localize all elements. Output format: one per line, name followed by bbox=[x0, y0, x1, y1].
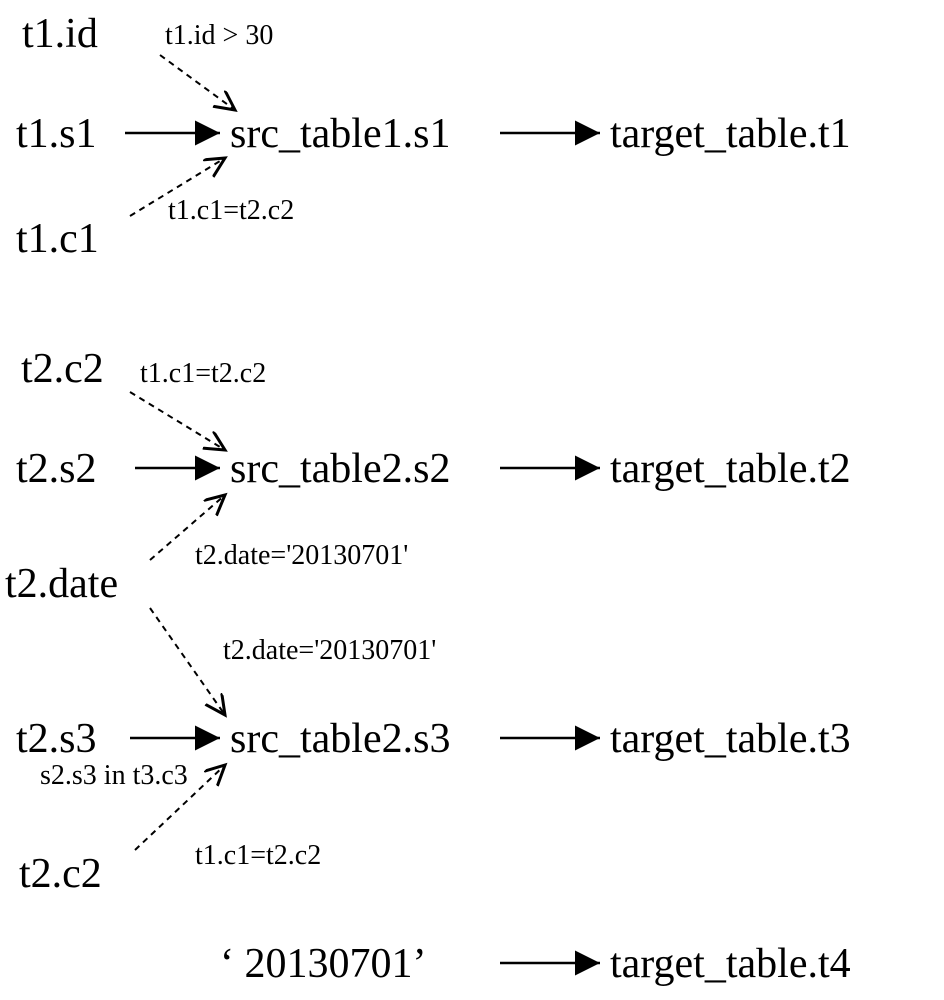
node-src-table2-s2: src_table2.s2 bbox=[230, 445, 450, 493]
node-t2-c2-b: t2.c2 bbox=[19, 850, 102, 898]
node-t2-s3: t2.s3 bbox=[16, 715, 97, 763]
arrow-t2date-to-src2s3 bbox=[150, 608, 225, 715]
annot-t1c1-t2c2-c: t1.c1=t2.c2 bbox=[195, 840, 321, 872]
arrow-t1id-to-src1s1 bbox=[160, 55, 235, 110]
node-src-table2-s3: src_table2.s3 bbox=[230, 715, 450, 763]
node-t2-c2-a: t2.c2 bbox=[21, 345, 104, 393]
arrow-t2c2-to-src2s2 bbox=[130, 392, 225, 450]
node-target-table-t2: target_table.t2 bbox=[610, 445, 851, 493]
node-literal-date: ‘ 20130701’ bbox=[220, 940, 426, 988]
node-t2-date: t2.date bbox=[5, 560, 118, 608]
node-t1-id: t1.id bbox=[22, 10, 98, 58]
node-t1-c1: t1.c1 bbox=[16, 215, 99, 263]
annot-t2-date-cond-b: t2.date='20130701' bbox=[223, 635, 436, 667]
node-target-table-t4: target_table.t4 bbox=[610, 940, 851, 988]
node-t2-s2: t2.s2 bbox=[16, 445, 97, 493]
annot-t1c1-t2c2-a: t1.c1=t2.c2 bbox=[168, 195, 294, 227]
node-src-table1-s1: src_table1.s1 bbox=[230, 110, 450, 158]
annot-s2s3-in-t3c3: s2.s3 in t3.c3 bbox=[40, 760, 188, 792]
annot-t1c1-t2c2-b: t1.c1=t2.c2 bbox=[140, 358, 266, 390]
node-target-table-t1: target_table.t1 bbox=[610, 110, 851, 158]
node-target-table-t3: target_table.t3 bbox=[610, 715, 851, 763]
annot-t1-id-cond: t1.id > 30 bbox=[165, 20, 273, 52]
node-t1-s1: t1.s1 bbox=[16, 110, 97, 158]
annot-t2-date-cond-a: t2.date='20130701' bbox=[195, 540, 408, 572]
